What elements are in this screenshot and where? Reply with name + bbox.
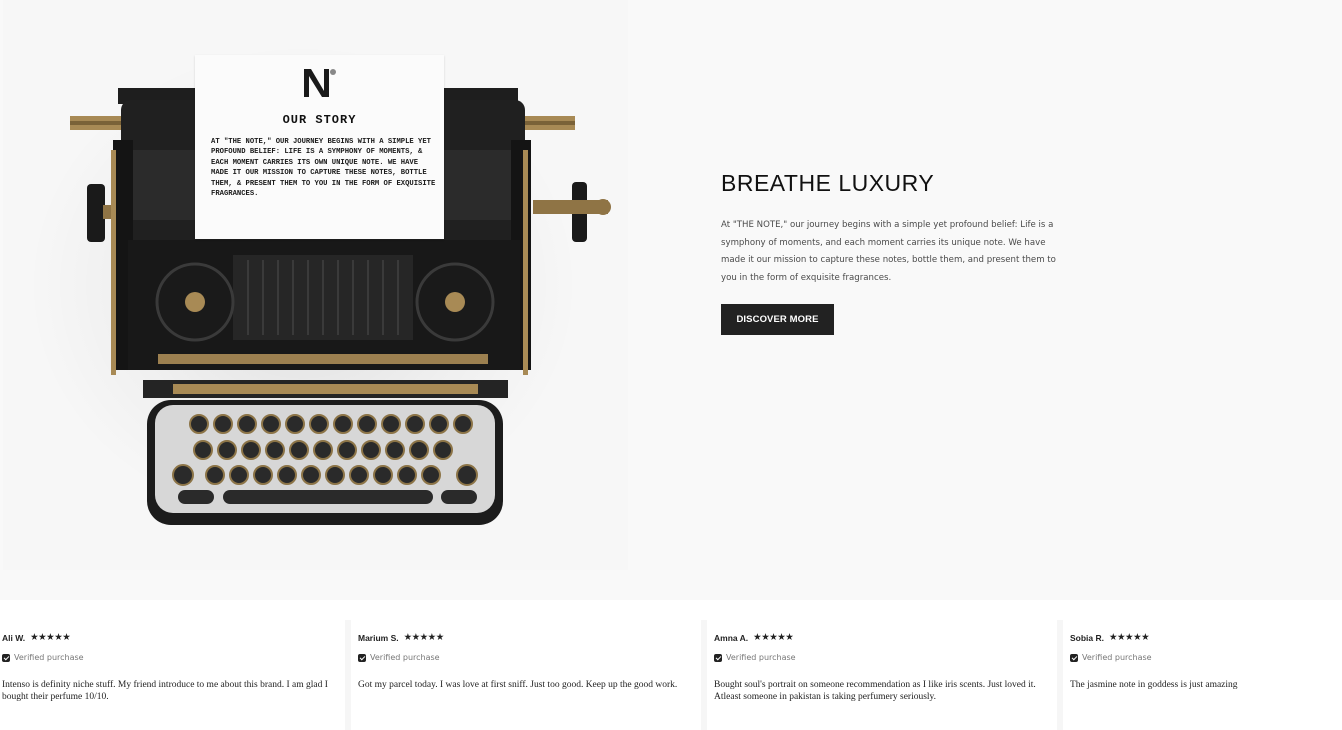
- verified-check-icon: [358, 653, 366, 662]
- reviewer-name: Sobia R.: [1070, 632, 1105, 643]
- star-rating: ★★★★★: [753, 632, 794, 643]
- review-card: Ali W. ★★★★★ Verified purchase Intenso i…: [0, 620, 351, 730]
- review-text: Intenso is definity niche stuff. My frie…: [2, 680, 328, 702]
- hero-section: OUR STORY AT "THE NOTE," OUR JOURNEY BEG…: [0, 0, 1342, 600]
- reviewer-name: Marium S.: [358, 632, 399, 643]
- typewriter-image: OUR STORY AT "THE NOTE," OUR JOURNEY BEG…: [3, 0, 628, 570]
- verified-check-icon: [2, 653, 10, 662]
- verified-check-icon: [1070, 653, 1078, 662]
- reviewer-name: Amna A.: [714, 632, 749, 643]
- review-card: Marium S. ★★★★★ Verified purchase Got my…: [356, 620, 707, 730]
- discover-more-button[interactable]: DISCOVER MORE: [721, 304, 834, 335]
- review-card: Sobia R. ★★★★★ Verified purchase The jas…: [1068, 620, 1342, 730]
- paper-title: OUR STORY: [282, 113, 357, 127]
- story-paper: OUR STORY AT "THE NOTE," OUR JOURNEY BEG…: [195, 55, 444, 239]
- hero-body: At "THE NOTE," our journey begins with a…: [721, 220, 1056, 283]
- verified-label: Verified purchase: [1082, 653, 1152, 662]
- star-rating: ★★★★★: [1109, 632, 1150, 643]
- review-card: Amna A. ★★★★★ Verified purchase Bought s…: [712, 620, 1063, 730]
- verified-label: Verified purchase: [370, 653, 440, 662]
- paper-text: AT "THE NOTE," OUR JOURNEY BEGINS WITH A…: [211, 138, 436, 199]
- reviews-section: Ali W. ★★★★★ Verified purchase Intenso i…: [0, 600, 1342, 730]
- review-text: The jasmine note in goddess is just amaz…: [1070, 680, 1238, 690]
- verified-check-icon: [714, 653, 722, 662]
- reviewer-name: Ali W.: [2, 632, 26, 643]
- star-rating: ★★★★★: [30, 632, 71, 643]
- note-logo-icon: [304, 69, 336, 97]
- verified-label: Verified purchase: [726, 653, 796, 662]
- hero-heading: BREATHE LUXURY: [721, 170, 935, 196]
- review-text: Got my parcel today. I was love at first…: [358, 680, 678, 690]
- star-rating: ★★★★★: [403, 632, 445, 643]
- verified-label: Verified purchase: [14, 653, 84, 662]
- review-text: Bought soul's portrait on someone recomm…: [714, 680, 1036, 702]
